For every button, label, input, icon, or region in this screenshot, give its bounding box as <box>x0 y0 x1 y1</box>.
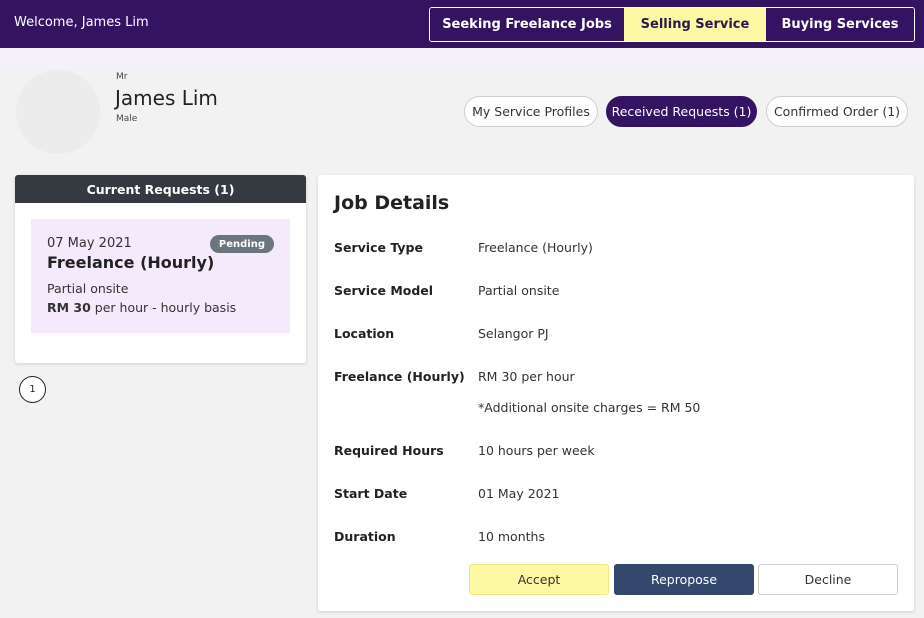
service-model-label: Service Model <box>334 283 434 298</box>
tab-my-service-profiles[interactable]: My Service Profiles <box>464 96 598 127</box>
service-type-label: Service Type <box>334 240 423 255</box>
request-model: Partial onsite <box>47 281 129 296</box>
location-value: Selangor PJ <box>478 326 549 341</box>
freelance-hourly-value: RM 30 per hour <box>478 369 575 384</box>
status-badge: Pending <box>209 235 274 253</box>
buying-services-button[interactable]: Buying Services <box>766 8 914 41</box>
duration-label: Duration <box>334 529 396 544</box>
profile-name: James Lim <box>115 86 218 110</box>
top-bar: Welcome, James Lim Seeking Freelance Job… <box>0 0 924 48</box>
start-date-value: 01 May 2021 <box>478 486 560 501</box>
avatar <box>16 70 100 154</box>
request-rate-suffix: per hour - hourly basis <box>90 300 237 315</box>
profile-band <box>0 48 924 68</box>
seeking-freelance-jobs-button[interactable]: Seeking Freelance Jobs <box>430 8 624 41</box>
pagination-page-1[interactable]: 1 <box>19 376 46 403</box>
location-label: Location <box>334 326 395 341</box>
request-rate: RM 30 per hour - hourly basis <box>47 300 236 315</box>
service-type-value: Freelance (Hourly) <box>478 240 593 255</box>
decline-button[interactable]: Decline <box>758 564 898 595</box>
required-hours-label: Required Hours <box>334 443 444 458</box>
profile-gender: Male <box>116 114 138 124</box>
request-date: 07 May 2021 <box>47 236 132 251</box>
onsite-charges-note: *Additional onsite charges = RM 50 <box>478 400 701 415</box>
duration-value: 10 months <box>478 529 545 544</box>
service-model-value: Partial onsite <box>478 283 560 298</box>
required-hours-value: 10 hours per week <box>478 443 595 458</box>
accept-button[interactable]: Accept <box>469 564 609 595</box>
job-details-title: Job Details <box>334 192 450 214</box>
request-rate-amount: RM 30 <box>47 300 91 315</box>
job-details-panel: Job Details Service Type Freelance (Hour… <box>318 175 914 611</box>
welcome-text: Welcome, James Lim <box>14 15 149 30</box>
request-title: Freelance (Hourly) <box>47 253 215 272</box>
current-requests-card: Current Requests (1) 07 May 2021 Pending… <box>15 175 306 363</box>
current-requests-header: Current Requests (1) <box>15 175 306 203</box>
tab-received-requests[interactable]: Received Requests (1) <box>606 96 757 127</box>
request-item[interactable]: 07 May 2021 Pending Freelance (Hourly) P… <box>31 219 290 333</box>
mode-switch: Seeking Freelance Jobs Selling Service B… <box>429 7 915 42</box>
freelance-hourly-label: Freelance (Hourly) <box>334 369 465 384</box>
tab-confirmed-order[interactable]: Confirmed Order (1) <box>766 96 908 127</box>
repropose-button[interactable]: Repropose <box>614 564 754 595</box>
profile-salutation: Mr <box>116 72 128 82</box>
selling-service-button[interactable]: Selling Service <box>624 8 766 41</box>
start-date-label: Start Date <box>334 486 408 501</box>
